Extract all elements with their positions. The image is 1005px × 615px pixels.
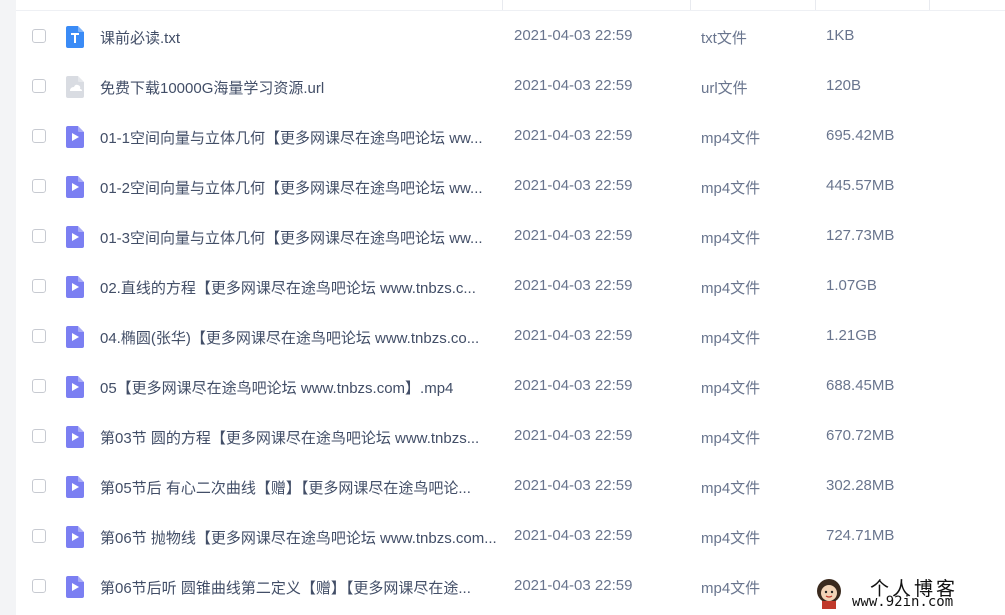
file-size: 688.45MB [826,377,895,394]
avatar-icon [817,579,841,609]
file-type: mp4文件 [701,330,761,347]
video-file-icon [66,526,84,548]
file-row[interactable]: 课前必读.txt 2021-04-03 22:59 txt文件 1KB [16,12,1005,62]
row-checkbox[interactable] [32,379,46,393]
file-name[interactable]: 第05节后 有心二次曲线【赠】【更多网课尽在途鸟吧论... [100,477,500,498]
file-name[interactable]: 04.椭圆(张华)【更多网课尽在途鸟吧论坛 www.tnbzs.co... [100,327,500,348]
row-checkbox[interactable] [32,529,46,543]
file-row[interactable]: 第05节后 有心二次曲线【赠】【更多网课尽在途鸟吧论... 2021-04-03 … [16,462,1005,512]
file-type: mp4文件 [701,480,761,497]
file-size: 120B [826,77,862,94]
file-type: mp4文件 [701,380,761,397]
file-size: 445.57MB [826,177,895,194]
file-size: 670.72MB [826,427,895,444]
video-file-icon [66,276,84,298]
file-modified-date: 2021-04-03 22:59 [514,77,633,94]
column-divider[interactable] [815,0,816,10]
file-row[interactable]: 第06节 抛物线【更多网课尽在途鸟吧论坛 www.tnbzs.com... 202… [16,512,1005,562]
file-modified-date: 2021-04-03 22:59 [514,227,633,244]
file-modified-date: 2021-04-03 22:59 [514,377,633,394]
file-modified-date: 2021-04-03 22:59 [514,327,633,344]
file-name[interactable]: 01-1空间向量与立体几何【更多网课尽在途鸟吧论坛 ww... [100,127,500,148]
file-size: 1.21GB [826,327,877,344]
column-divider[interactable] [690,0,691,10]
file-name[interactable]: 免费下载10000G海量学习资源.url [100,77,500,98]
file-type: mp4文件 [701,430,761,447]
row-checkbox[interactable] [32,279,46,293]
row-checkbox[interactable] [32,429,46,443]
file-modified-date: 2021-04-03 22:59 [514,577,633,594]
file-name[interactable]: 01-2空间向量与立体几何【更多网课尽在途鸟吧论坛 ww... [100,177,500,198]
file-row[interactable]: 第03节 圆的方程【更多网课尽在途鸟吧论坛 www.tnbzs... 2021-0… [16,412,1005,462]
file-type: mp4文件 [701,230,761,247]
file-row[interactable]: 免费下载10000G海量学习资源.url 2021-04-03 22:59 url文… [16,62,1005,112]
watermark: 个人博客 www.92in.com [812,572,1005,615]
video-file-icon [66,176,84,198]
file-name[interactable]: 05【更多网课尽在途鸟吧论坛 www.tnbzs.com】.mp4 [100,377,500,398]
file-type: mp4文件 [701,130,761,147]
row-checkbox[interactable] [32,79,46,93]
file-row[interactable]: 01-3空间向量与立体几何【更多网课尽在途鸟吧论坛 ww... 2021-04-0… [16,212,1005,262]
video-file-icon [66,126,84,148]
row-checkbox[interactable] [32,179,46,193]
file-row[interactable]: 01-2空间向量与立体几何【更多网课尽在途鸟吧论坛 ww... 2021-04-0… [16,162,1005,212]
video-file-icon [66,326,84,348]
file-row[interactable]: 01-1空间向量与立体几何【更多网课尽在途鸟吧论坛 ww... 2021-04-0… [16,112,1005,162]
file-name[interactable]: 课前必读.txt [100,27,500,48]
file-modified-date: 2021-04-03 22:59 [514,127,633,144]
file-modified-date: 2021-04-03 22:59 [514,527,633,544]
file-name[interactable]: 01-3空间向量与立体几何【更多网课尽在途鸟吧论坛 ww... [100,227,500,248]
file-type: mp4文件 [701,180,761,197]
file-row[interactable]: 04.椭圆(张华)【更多网课尽在途鸟吧论坛 www.tnbzs.co... 202… [16,312,1005,362]
file-size: 1KB [826,27,855,44]
column-divider[interactable] [929,0,930,10]
file-row[interactable]: 05【更多网课尽在途鸟吧论坛 www.tnbzs.com】.mp4 2021-04… [16,362,1005,412]
row-checkbox[interactable] [32,29,46,43]
file-type: mp4文件 [701,530,761,547]
video-file-icon [66,476,84,498]
file-row[interactable]: 02.直线的方程【更多网课尽在途鸟吧论坛 www.tnbzs.c... 2021-… [16,262,1005,312]
file-name[interactable]: 第03节 圆的方程【更多网课尽在途鸟吧论坛 www.tnbzs... [100,427,500,448]
video-file-icon [66,426,84,448]
row-checkbox[interactable] [32,129,46,143]
video-file-icon [66,376,84,398]
file-list-panel: 课前必读.txt 2021-04-03 22:59 txt文件 1KB 免费下载1000… [16,0,1005,615]
column-header-strip [16,0,1005,11]
url-file-icon [66,76,84,98]
row-checkbox[interactable] [32,479,46,493]
file-size: 724.71MB [826,527,895,544]
watermark-url: www.92in.com [852,594,954,610]
file-size: 302.28MB [826,477,895,494]
file-name[interactable]: 第06节后听 圆锥曲线第二定义【赠】【更多网课尽在途... [100,577,500,598]
file-type: mp4文件 [701,580,761,597]
file-type: url文件 [701,80,748,97]
file-name[interactable]: 02.直线的方程【更多网课尽在途鸟吧论坛 www.tnbzs.c... [100,277,500,298]
file-modified-date: 2021-04-03 22:59 [514,177,633,194]
file-name[interactable]: 第06节 抛物线【更多网课尽在途鸟吧论坛 www.tnbzs.com... [100,527,500,548]
column-divider[interactable] [502,0,503,10]
row-checkbox[interactable] [32,229,46,243]
file-size: 1.07GB [826,277,877,294]
txt-file-icon [66,26,84,48]
file-type: txt文件 [701,30,747,47]
row-checkbox[interactable] [32,329,46,343]
file-size: 695.42MB [826,127,895,144]
file-modified-date: 2021-04-03 22:59 [514,277,633,294]
file-type: mp4文件 [701,280,761,297]
file-modified-date: 2021-04-03 22:59 [514,427,633,444]
video-file-icon [66,226,84,248]
file-modified-date: 2021-04-03 22:59 [514,27,633,44]
row-checkbox[interactable] [32,579,46,593]
video-file-icon [66,576,84,598]
file-size: 127.73MB [826,227,895,244]
file-modified-date: 2021-04-03 22:59 [514,477,633,494]
